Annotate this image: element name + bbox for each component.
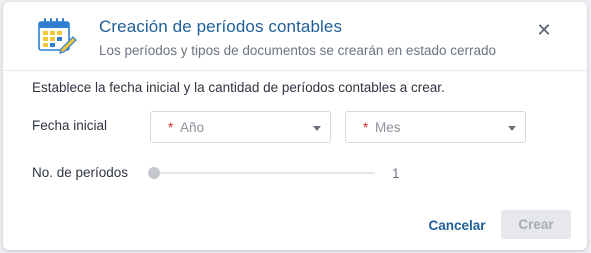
close-icon[interactable]: ✕ [535,21,553,39]
header-divider [3,70,587,71]
dialog-title: Creación de períodos contables [99,17,343,36]
required-mark: * [168,120,174,135]
required-mark: * [363,120,369,135]
year-placeholder: Año [180,120,205,135]
periods-slider-handle[interactable] [148,167,160,179]
create-periods-dialog: Creación de períodos contables Los perío… [3,2,587,250]
month-placeholder: Mes [375,120,401,135]
dialog-subtitle: Los períodos y tipos de documentos se cr… [99,43,496,58]
periods-count-label: No. de períodos [32,165,129,180]
create-button[interactable]: Crear [501,210,571,239]
caret-down-icon [508,126,516,131]
calendar-icon [37,16,77,54]
periods-slider-track[interactable] [152,172,375,174]
year-select[interactable]: * Año [150,111,331,143]
month-select[interactable]: * Mes [345,111,526,143]
caret-down-icon [313,126,321,131]
fecha-inicial-label: Fecha inicial [32,118,108,133]
cancel-button[interactable]: Cancelar [422,211,492,239]
instruction-text: Establece la fecha inicial y la cantidad… [32,80,445,95]
periods-slider-value: 1 [392,166,400,181]
